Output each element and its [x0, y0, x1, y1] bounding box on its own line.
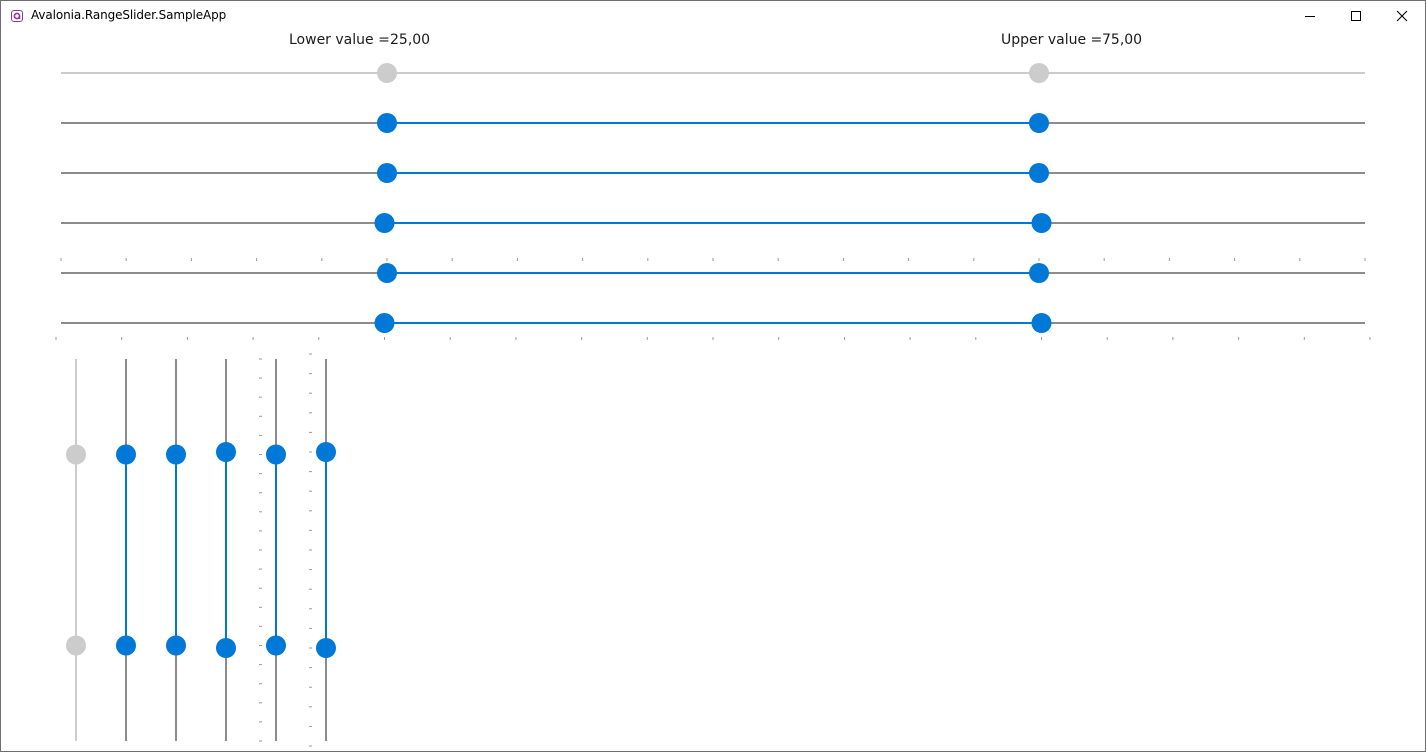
vertical-slider-disabled-lower-thumb — [66, 635, 86, 656]
vertical-slider-2-lower-thumb[interactable] — [166, 635, 186, 656]
horizontal-slider-3-upper-thumb[interactable] — [1031, 213, 1052, 233]
vertical-slider-1-lower-thumb[interactable] — [116, 635, 136, 656]
horizontal-slider-1-upper-thumb[interactable] — [1029, 113, 1049, 133]
horizontal-slider-ticks-top-lower-thumb[interactable] — [377, 263, 397, 283]
vertical-slider-ticks-right-lower-thumb[interactable] — [316, 638, 336, 658]
horizontal-slider-2-lower-thumb[interactable] — [377, 163, 397, 183]
horizontal-slider-2-upper-thumb[interactable] — [1029, 163, 1049, 183]
vertical-slider-3-upper-thumb[interactable] — [216, 442, 236, 462]
vertical-slider-2-upper-thumb[interactable] — [166, 444, 186, 465]
horizontal-slider-ticks-bottom-upper-thumb[interactable] — [1031, 313, 1052, 333]
vertical-slider-ticks-left-lower-thumb[interactable] — [266, 635, 286, 656]
horizontal-slider-ticks-top-upper-thumb[interactable] — [1029, 263, 1049, 283]
vertical-slider-disabled-upper-thumb — [66, 444, 86, 465]
vertical-slider-ticks-right-upper-thumb[interactable] — [316, 442, 336, 462]
vertical-slider-1-upper-thumb[interactable] — [116, 444, 136, 465]
horizontal-slider-3-lower-thumb[interactable] — [374, 213, 395, 233]
sliders-area — [55, 63, 1371, 747]
vertical-slider-3-lower-thumb[interactable] — [216, 638, 236, 658]
app-window: Avalonia.RangeSlider.SampleApp Lower val… — [0, 0, 1426, 752]
horizontal-slider-disabled-upper-thumb — [1029, 63, 1049, 83]
horizontal-slider-disabled-lower-thumb — [377, 63, 397, 83]
horizontal-slider-ticks-bottom-lower-thumb[interactable] — [374, 313, 395, 333]
vertical-slider-ticks-left-upper-thumb[interactable] — [266, 444, 286, 465]
horizontal-slider-1-lower-thumb[interactable] — [377, 113, 397, 133]
